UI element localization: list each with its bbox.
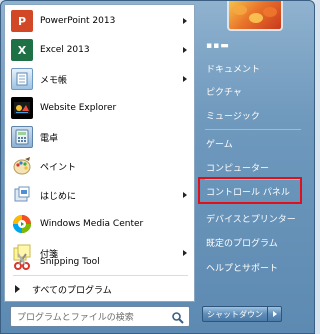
- music-item[interactable]: ミュージック: [201, 104, 311, 126]
- program-media-center[interactable]: Windows Media Center: [5, 210, 194, 238]
- computer-item[interactable]: コンピューター: [201, 156, 311, 178]
- search-icon[interactable]: [171, 310, 185, 324]
- program-paint[interactable]: ペイント: [5, 152, 194, 180]
- user-folder-item[interactable]: ▪▪▬: [201, 35, 311, 57]
- separator: [13, 275, 188, 276]
- all-programs-button[interactable]: すべてのプログラム: [5, 277, 194, 301]
- snipping-tool-icon: [11, 251, 33, 273]
- start-menu: P PowerPoint 2013 X Excel 2013 メモ帳 Websi…: [0, 0, 315, 334]
- program-label: ペイント: [40, 162, 77, 173]
- excel-icon: X: [11, 39, 33, 61]
- program-calculator[interactable]: 電卓: [5, 123, 194, 151]
- places-pane: ▪▪▬ ドキュメント ピクチャ ミュージック ゲーム コンピューター コントロー…: [197, 1, 313, 299]
- submenu-arrow-icon: [183, 76, 187, 82]
- programs-pane: P PowerPoint 2013 X Excel 2013 メモ帳 Websi…: [4, 4, 195, 302]
- program-label: PowerPoint 2013: [40, 16, 116, 26]
- arrow-right-icon: [272, 311, 277, 317]
- program-website-explorer[interactable]: Website Explorer: [5, 94, 194, 122]
- calculator-icon: [11, 126, 33, 148]
- submenu-arrow-icon: [183, 18, 187, 24]
- program-powerpoint[interactable]: P PowerPoint 2013: [5, 7, 194, 35]
- program-label: はじめに: [40, 191, 77, 202]
- separator: [205, 129, 301, 130]
- program-label: Snipping Tool: [40, 257, 100, 267]
- program-label: Windows Media Center: [40, 219, 144, 229]
- program-label: メモ帳: [40, 75, 68, 86]
- shutdown-button[interactable]: シャットダウン: [202, 306, 268, 322]
- program-snipping-tool[interactable]: Snipping Tool: [5, 248, 194, 276]
- paint-icon: [11, 155, 33, 177]
- arrow-right-icon: [15, 285, 20, 293]
- submenu-arrow-icon: [183, 192, 187, 198]
- submenu-arrow-icon: [183, 47, 187, 53]
- program-getting-started[interactable]: はじめに: [5, 181, 194, 209]
- powerpoint-icon: P: [11, 10, 33, 32]
- help-support-item[interactable]: ヘルプとサポート: [201, 256, 311, 278]
- program-notepad[interactable]: メモ帳: [5, 65, 194, 93]
- media-center-icon: [11, 213, 33, 235]
- all-programs-label: すべてのプログラム: [32, 285, 112, 296]
- program-label: Website Explorer: [40, 103, 117, 113]
- website-explorer-icon: [11, 97, 33, 119]
- games-item[interactable]: ゲーム: [201, 132, 311, 154]
- program-excel[interactable]: X Excel 2013: [5, 36, 194, 64]
- program-label: Excel 2013: [40, 45, 90, 55]
- devices-printers-item[interactable]: デバイスとプリンター: [201, 207, 311, 229]
- getting-started-icon: [11, 184, 33, 206]
- pictures-item[interactable]: ピクチャ: [201, 80, 311, 102]
- shutdown-options-button[interactable]: [268, 306, 282, 322]
- notepad-icon: [11, 68, 33, 90]
- default-programs-item[interactable]: 既定のプログラム: [201, 231, 311, 253]
- control-panel-highlight: [198, 177, 302, 204]
- search-box[interactable]: プログラムとファイルの検索: [10, 306, 190, 327]
- documents-item[interactable]: ドキュメント: [201, 57, 311, 79]
- search-placeholder: プログラムとファイルの検索: [17, 313, 134, 323]
- program-label: 電卓: [40, 133, 59, 144]
